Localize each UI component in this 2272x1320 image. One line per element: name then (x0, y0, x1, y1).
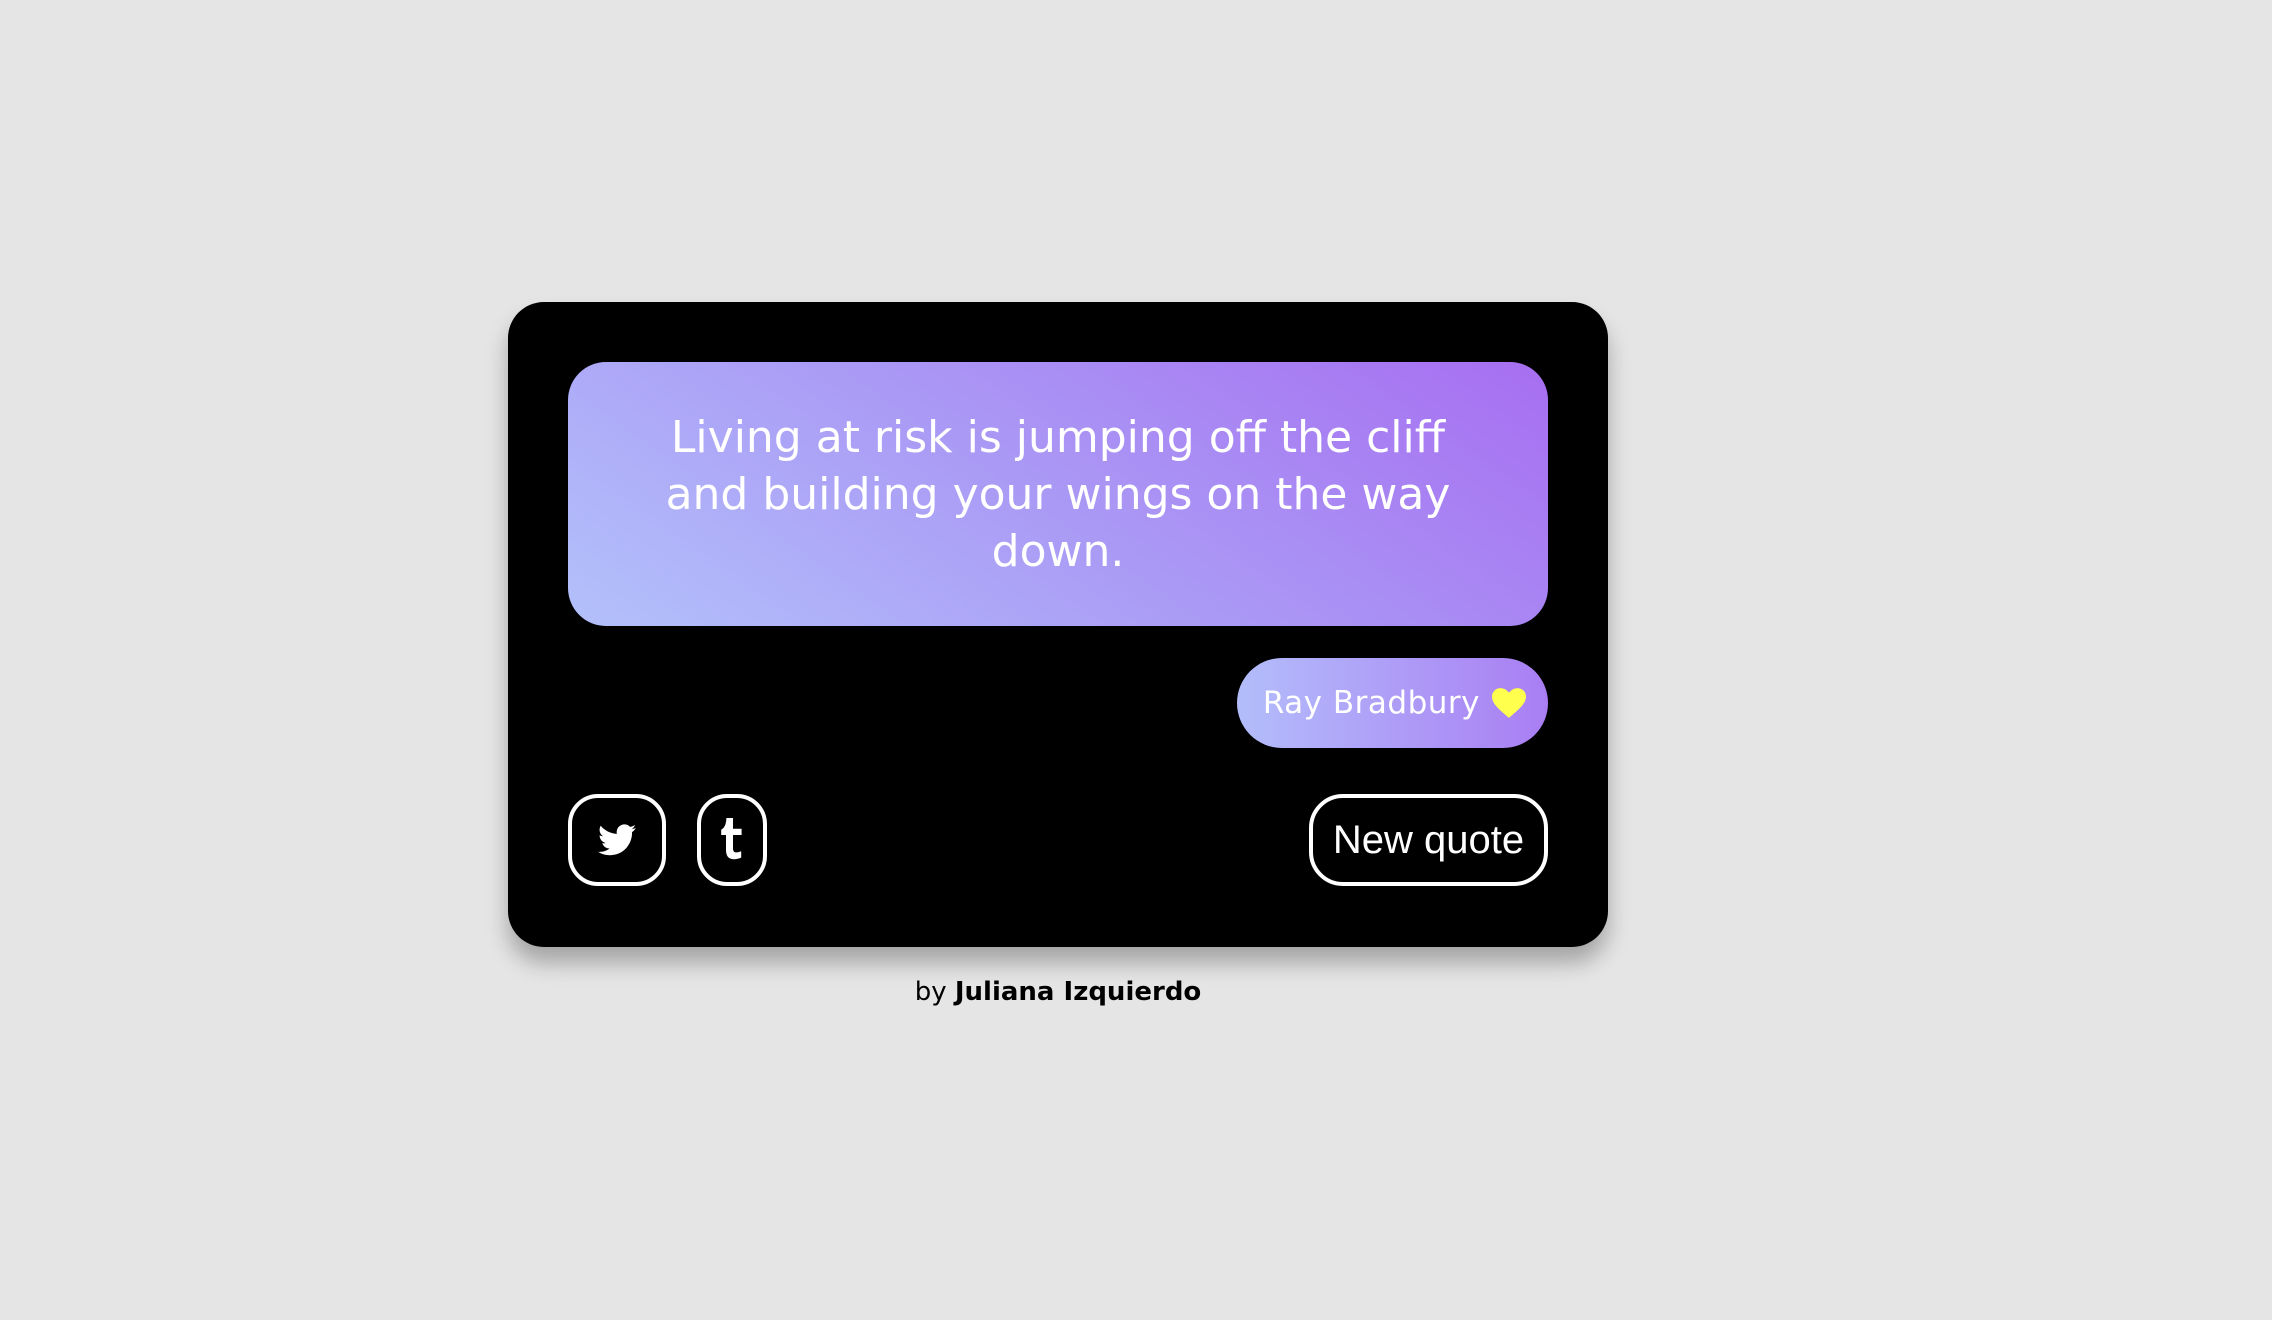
credit-author-name: Juliana Izquierdo (954, 977, 1202, 1007)
credit-prefix: by (914, 977, 947, 1007)
author-credit: by Juliana Izquierdo (508, 977, 1608, 1007)
tumblr-icon (720, 818, 744, 862)
author-badge: Ray Bradbury (1236, 658, 1548, 748)
new-quote-button[interactable]: New quote (1309, 794, 1548, 886)
heart-icon (1492, 688, 1526, 718)
tweet-quote-button[interactable] (568, 794, 666, 886)
quote-box: Living at risk is jumping off the cliff … (568, 362, 1548, 626)
quote-text: Living at risk is jumping off the cliff … (665, 411, 1451, 577)
post-to-tumblr-button[interactable] (697, 794, 767, 886)
author-name: Ray Bradbury (1262, 685, 1480, 721)
twitter-icon (598, 824, 636, 856)
quote-card: Living at risk is jumping off the cliff … (508, 302, 1608, 947)
